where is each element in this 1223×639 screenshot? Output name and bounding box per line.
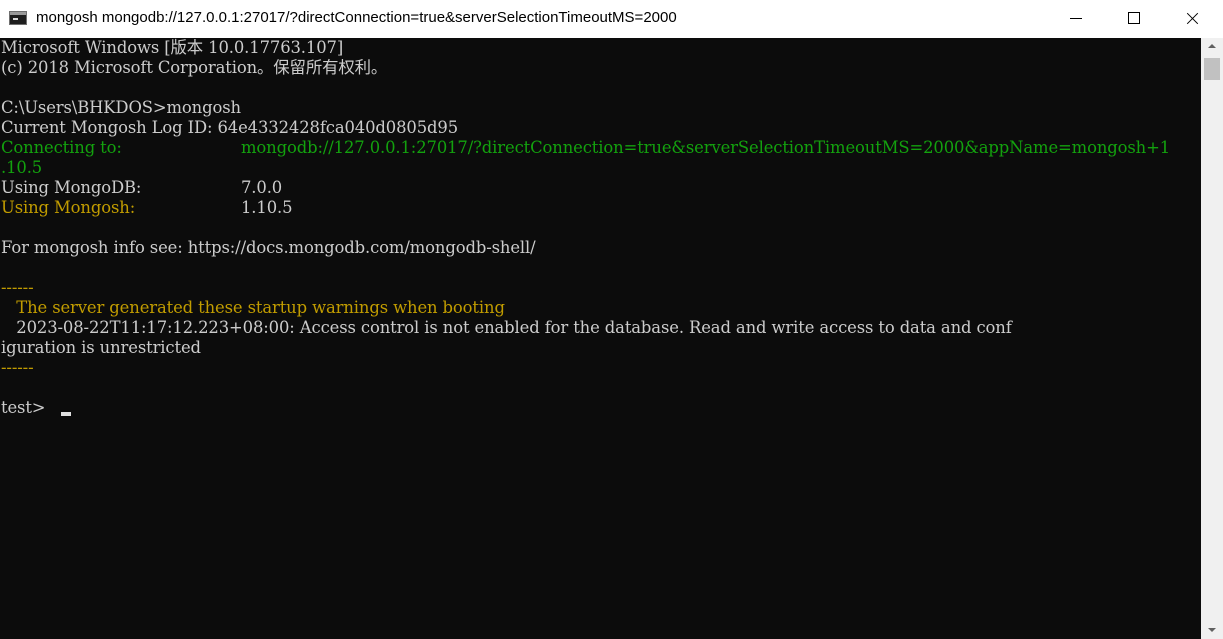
console-line: Using Mongosh: <box>1 198 136 217</box>
minimize-button[interactable] <box>1047 0 1105 38</box>
vertical-scrollbar[interactable] <box>1201 38 1223 639</box>
console-line: Connecting to: <box>1 138 122 157</box>
console-line: C:\Users\BHKDOS>mongosh <box>1 98 241 117</box>
console-line: Microsoft Windows [版本 10.0.17763.107] <box>1 38 344 57</box>
mongosh-version: 1.10.5 <box>241 198 293 217</box>
warning-separator: ------ <box>1 358 34 377</box>
maximize-button[interactable] <box>1105 0 1163 38</box>
console-output[interactable]: Microsoft Windows [版本 10.0.17763.107] (c… <box>0 38 1201 639</box>
scroll-down-button[interactable] <box>1201 622 1223 639</box>
console-line: For mongosh info see: https://docs.mongo… <box>1 238 536 257</box>
console-icon[interactable] <box>9 11 27 25</box>
warning-heading: The server generated these startup warni… <box>1 298 505 317</box>
close-button[interactable] <box>1163 0 1221 38</box>
warning-separator: ------ <box>1 278 34 297</box>
connection-url-wrap: .10.5 <box>1 158 43 177</box>
console-line: (c) 2018 Microsoft Corporation。保留所有权利。 <box>1 58 388 77</box>
warning-line: 2023-08-22T11:17:12.223+08:00: Access co… <box>1 318 1012 337</box>
shell-prompt[interactable]: test> <box>1 398 51 418</box>
mongodb-version: 7.0.0 <box>241 178 283 197</box>
title-bar[interactable]: mongosh mongodb://127.0.0.1:27017/?direc… <box>0 0 1223 38</box>
window-title: mongosh mongodb://127.0.0.1:27017/?direc… <box>36 9 677 26</box>
scroll-up-button[interactable] <box>1201 38 1223 55</box>
connection-url: mongodb://127.0.0.1:27017/?directConnect… <box>241 138 1171 157</box>
text-cursor <box>61 412 71 416</box>
warning-line-wrap: iguration is unrestricted <box>1 338 201 357</box>
console-line: Using MongoDB: <box>1 178 142 197</box>
console-line: Current Mongosh Log ID: 64e4332428fca040… <box>1 118 459 137</box>
scroll-thumb[interactable] <box>1204 58 1220 80</box>
